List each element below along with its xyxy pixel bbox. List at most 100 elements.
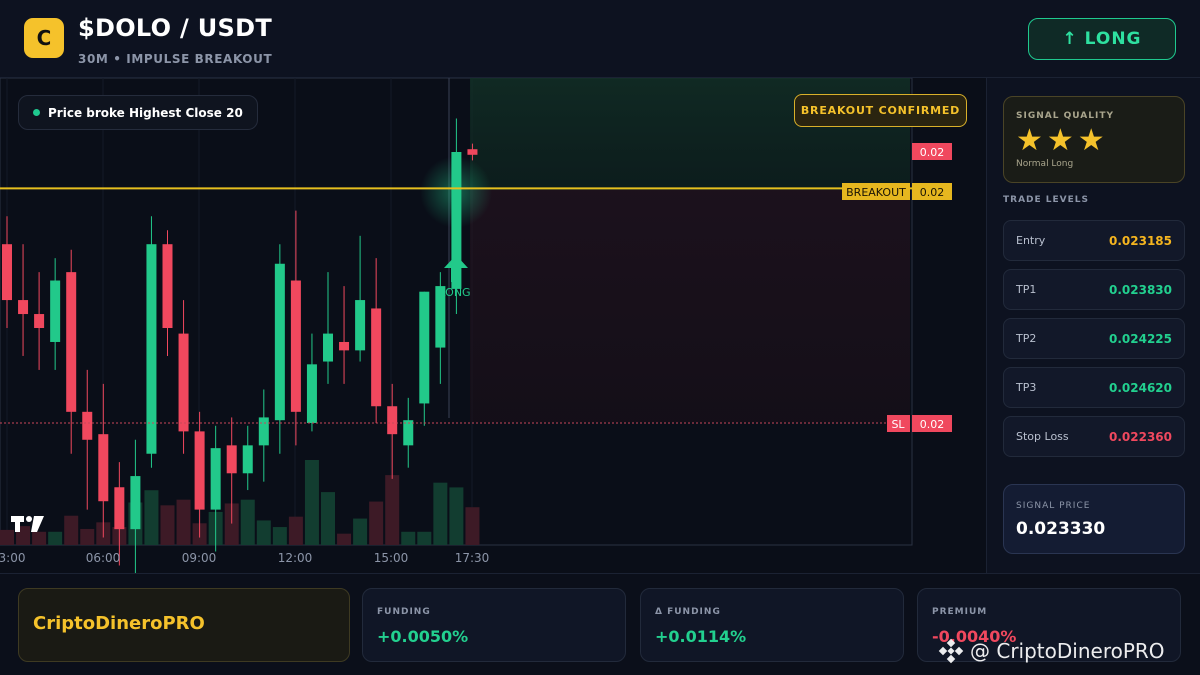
time-label: 3:00 (0, 551, 25, 565)
trade-level-value: 0.024225 (1108, 332, 1172, 346)
long-arrow-icon (444, 255, 468, 282)
breakout-tag-price: 0.02 (920, 186, 945, 199)
watermark-text: @ CriptoDineroPRO (970, 639, 1165, 663)
volume-bar (417, 531, 432, 545)
bottom-bar: CriptoDineroPRO FUNDING +0.0050% Δ FUNDI… (0, 573, 1200, 675)
breakout-message: Price broke Highest Close 20 (18, 95, 258, 130)
volume-bar (385, 475, 400, 545)
candle-body (66, 272, 77, 412)
signal-quality-sub: Normal Long (1016, 159, 1074, 169)
trade-level-label: Entry (1016, 234, 1046, 247)
trade-level-label: TP3 (1016, 381, 1037, 394)
candle-body (403, 420, 414, 446)
breakout-message-text: Price broke Highest Close 20 (48, 105, 243, 120)
volume-bar (304, 460, 319, 545)
candles (2, 118, 478, 573)
time-label: 06:00 (86, 551, 121, 565)
candle-body (98, 434, 109, 502)
volume-bar (160, 505, 175, 545)
signal-price-label: SIGNAL PRICE (1016, 501, 1091, 511)
candle-body (387, 406, 398, 435)
time-label: 17:30 (455, 551, 490, 565)
trade-level-tp1: TP1 0.023830 (1003, 269, 1185, 310)
risk-zone (470, 190, 910, 422)
candlestick-chart[interactable]: LONG 0.02 BREAKOUT 0.02 SL 0.02 3:00 06:0… (0, 78, 986, 573)
trade-level-label: Stop Loss (1016, 430, 1069, 443)
volume-bar (337, 533, 352, 545)
candle-body (146, 244, 157, 454)
candle-body (82, 411, 93, 440)
vertical-grid (6, 78, 473, 545)
trade-level-stop-loss: Stop Loss 0.022360 (1003, 416, 1185, 457)
candle-body (162, 244, 173, 329)
star-rating-icon: ★★★ (1016, 123, 1109, 158)
brand-name: CriptoDineroPRO (33, 613, 205, 634)
candle-body (419, 291, 430, 404)
candle-body (194, 431, 205, 510)
time-label: 09:00 (182, 551, 217, 565)
candle-body (2, 244, 12, 301)
sl-tag-label: SL (891, 418, 905, 431)
candle-body (339, 341, 350, 351)
candle-body (34, 314, 45, 329)
trade-level-tp3: TP3 0.024620 (1003, 367, 1185, 408)
candle-body (467, 149, 478, 155)
volume-bar (64, 515, 79, 545)
candle-body (290, 280, 301, 412)
coin-logo: C (24, 18, 64, 58)
candle-body (274, 263, 285, 421)
trade-level-tp2: TP2 0.024225 (1003, 318, 1185, 359)
sl-tag-price: 0.02 (920, 418, 945, 431)
signal-price-value: 0.023330 (1016, 519, 1106, 539)
funding-value: +0.0050% (377, 627, 469, 646)
candle-body (242, 445, 253, 474)
candle-body (371, 308, 382, 407)
pair-title: $DOLO / USDT (78, 14, 273, 42)
volume-bar (144, 490, 159, 545)
candle-body (114, 487, 125, 530)
trade-level-value: 0.024620 (1108, 381, 1172, 395)
volume-bar (433, 482, 448, 545)
candle-body (18, 300, 29, 315)
volume-bar (80, 528, 95, 545)
signal-panel: SIGNAL QUALITY ★★★ Normal Long TRADE LEV… (986, 78, 1200, 573)
candle-body (306, 364, 317, 423)
breakout-tag-label: BREAKOUT (846, 186, 906, 199)
volume-bar (288, 516, 303, 545)
breakout-tag: BREAKOUT 0.02 (842, 183, 952, 200)
volume-bar (321, 492, 335, 545)
tradingview-logo-icon (11, 516, 44, 532)
candle-body (323, 333, 333, 362)
pair-subtitle: 30M • IMPULSE BREAKOUT (78, 52, 273, 66)
candle-body (258, 417, 269, 446)
time-label: 12:00 (278, 551, 313, 565)
last-price-tag: 0.02 (912, 143, 952, 160)
volume-bar (401, 531, 416, 545)
signal-quality-label: SIGNAL QUALITY (1016, 111, 1114, 121)
delta-funding-value: +0.0114% (655, 627, 747, 646)
time-label: 15:00 (374, 551, 409, 565)
volume-bar (369, 501, 384, 545)
candle-body (130, 476, 141, 530)
volume-bar (449, 487, 464, 545)
last-price-value: 0.02 (920, 146, 945, 159)
volume-bar (256, 520, 271, 545)
volume-bar (240, 499, 255, 545)
price-chart[interactable]: LONG 0.02 BREAKOUT 0.02 SL 0.02 3:00 06:0… (0, 78, 986, 573)
trade-level-value: 0.022360 (1108, 430, 1172, 444)
premium-label: PREMIUM (932, 607, 988, 617)
volume-bars (0, 460, 480, 545)
trade-level-label: TP2 (1016, 332, 1037, 345)
funding-card: FUNDING +0.0050% (362, 588, 626, 662)
status-dot-icon (33, 109, 40, 116)
trade-level-label: TP1 (1016, 283, 1037, 296)
trade-level-value: 0.023830 (1108, 283, 1172, 297)
delta-funding-label: Δ FUNDING (655, 607, 721, 617)
long-signal-button[interactable]: ↑ LONG (1028, 18, 1176, 60)
volume-bar (465, 507, 480, 545)
candle-body (210, 448, 221, 510)
delta-funding-card: Δ FUNDING +0.0114% (640, 588, 904, 662)
brand-card: CriptoDineroPRO (18, 588, 350, 662)
time-axis: 3:00 06:00 09:00 12:00 15:00 17:30 (0, 551, 489, 565)
trade-levels-title: TRADE LEVELS (1003, 195, 1089, 205)
